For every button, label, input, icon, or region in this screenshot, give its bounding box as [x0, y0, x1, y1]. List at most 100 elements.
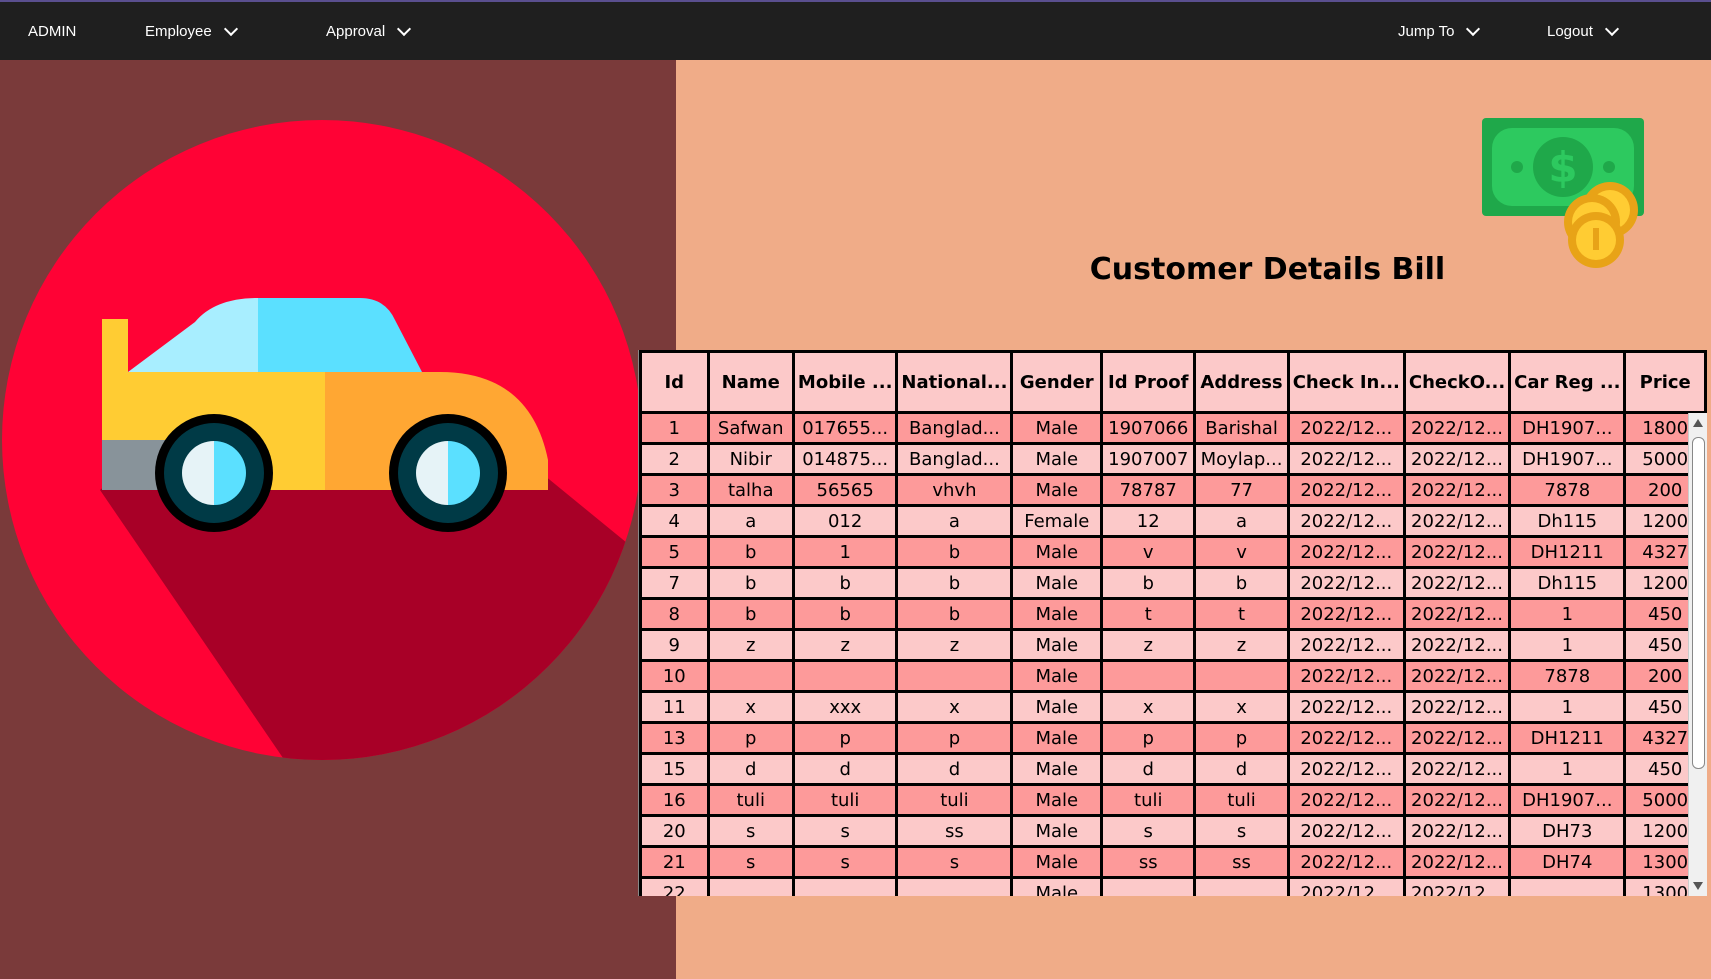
table-cell[interactable]: xxx — [791, 690, 899, 724]
column-header[interactable]: Id — [639, 350, 710, 414]
table-cell[interactable] — [895, 876, 1014, 896]
table-cell[interactable]: 017655... — [791, 411, 899, 445]
table-cell[interactable]: 20 — [639, 814, 710, 848]
table-cell[interactable]: v — [1100, 535, 1197, 569]
table-cell[interactable]: z — [1193, 628, 1290, 662]
table-cell[interactable]: 1 — [1508, 597, 1627, 631]
table-cell[interactable]: b — [706, 597, 795, 631]
table-cell[interactable]: t — [1193, 597, 1290, 631]
table-cell[interactable]: b — [895, 597, 1014, 631]
scroll-up-arrow-icon[interactable] — [1693, 419, 1703, 427]
column-header[interactable]: National... — [895, 350, 1014, 414]
table-cell[interactable] — [1193, 876, 1290, 896]
table-cell[interactable]: 5 — [639, 535, 710, 569]
table-cell[interactable]: p — [895, 721, 1014, 755]
table-cell[interactable]: 9 — [639, 628, 710, 662]
table-cell[interactable]: Male — [1010, 690, 1104, 724]
table-cell[interactable]: 10 — [639, 659, 710, 693]
table-cell[interactable]: Male — [1010, 411, 1104, 445]
nav-jump-to-dropdown[interactable]: Jump To — [1398, 2, 1481, 60]
table-cell[interactable]: 2022/12... — [1402, 411, 1512, 445]
table-cell[interactable]: tuli — [791, 783, 899, 817]
table-cell[interactable]: b — [791, 566, 899, 600]
table-cell[interactable]: 2022/12... — [1402, 876, 1512, 896]
table-cell[interactable]: 3 — [639, 473, 710, 507]
table-cell[interactable]: Male — [1010, 783, 1104, 817]
table-cell[interactable]: tuli — [1100, 783, 1197, 817]
table-row[interactable]: 20 s s ss Male s s 2022/12... 2022/12... DH73 1200 — [639, 814, 1707, 848]
table-cell[interactable]: 2022/12... — [1286, 566, 1406, 600]
table-cell[interactable]: vhvh — [895, 473, 1014, 507]
table-cell[interactable]: b — [706, 535, 795, 569]
table-cell[interactable]: 2022/12... — [1286, 411, 1406, 445]
table-cell[interactable]: 2022/12... — [1286, 659, 1406, 693]
table-cell[interactable]: b — [1193, 566, 1290, 600]
table-row[interactable]: 1 Safwan 017655... Banglad... Male 1907066 Bar… — [639, 411, 1707, 445]
table-cell[interactable]: Male — [1010, 628, 1104, 662]
table-cell[interactable]: s — [791, 845, 899, 879]
column-header[interactable]: Price — [1623, 350, 1707, 414]
table-cell[interactable]: z — [1100, 628, 1197, 662]
table-cell[interactable]: Dh115 — [1508, 566, 1627, 600]
table-cell[interactable]: 2022/12... — [1286, 628, 1406, 662]
table-cell[interactable]: Banglad... — [895, 442, 1014, 476]
table-cell[interactable]: z — [791, 628, 899, 662]
table-cell[interactable]: d — [895, 752, 1014, 786]
table-row[interactable]: 22 Male 2022/12... 2022/12... 1300 — [639, 876, 1707, 896]
table-cell[interactable]: Female — [1010, 504, 1104, 538]
scroll-down-arrow-icon[interactable] — [1693, 882, 1703, 890]
table-cell[interactable]: Male — [1010, 845, 1104, 879]
table-cell[interactable]: DH74 — [1508, 845, 1627, 879]
table-cell[interactable]: 2 — [639, 442, 710, 476]
table-row[interactable]: 7 b b b Male b b 2022/12... 2022/12... Dh115 1200 — [639, 566, 1707, 600]
table-cell[interactable]: p — [706, 721, 795, 755]
table-cell[interactable]: 2022/12... — [1286, 535, 1406, 569]
table-cell[interactable]: d — [1193, 752, 1290, 786]
table-cell[interactable]: 7 — [639, 566, 710, 600]
table-cell[interactable]: 77 — [1193, 473, 1290, 507]
table-cell[interactable]: 21 — [639, 845, 710, 879]
table-cell[interactable]: 7878 — [1508, 473, 1627, 507]
table-cell[interactable]: x — [895, 690, 1014, 724]
table-cell[interactable]: p — [1193, 721, 1290, 755]
customer-bill-table[interactable]: Id Name Mobile ... National... Gender Id Proo… — [638, 350, 1707, 896]
table-cell[interactable]: ss — [1100, 845, 1197, 879]
table-cell[interactable]: p — [1100, 721, 1197, 755]
table-cell[interactable]: 15 — [639, 752, 710, 786]
table-cell[interactable]: 2022/12... — [1402, 597, 1512, 631]
table-cell[interactable]: 7878 — [1508, 659, 1627, 693]
table-cell[interactable]: 2022/12... — [1402, 690, 1512, 724]
table-cell[interactable]: x — [1193, 690, 1290, 724]
table-row[interactable]: 10 Male 2022/12... 2022/12... 7878 200 — [639, 659, 1707, 693]
table-cell[interactable]: Male — [1010, 535, 1104, 569]
table-cell[interactable]: 4 — [639, 504, 710, 538]
column-header[interactable]: Check In... — [1286, 350, 1406, 414]
table-cell[interactable]: 2022/12... — [1286, 442, 1406, 476]
table-row[interactable]: 2 Nibir 014875... Banglad... Male 1907007 Moyl… — [639, 442, 1707, 476]
table-cell[interactable]: 8 — [639, 597, 710, 631]
table-cell[interactable]: 22 — [639, 876, 710, 896]
table-cell[interactable]: 78787 — [1100, 473, 1197, 507]
table-cell[interactable]: b — [791, 597, 899, 631]
table-cell[interactable]: Safwan — [706, 411, 795, 445]
table-cell[interactable]: 2022/12... — [1402, 845, 1512, 879]
table-row[interactable]: 13 p p p Male p p 2022/12... 2022/12... DH1211 432… — [639, 721, 1707, 755]
table-row[interactable]: 11 x xxx x Male x x 2022/12... 2022/12... 1 450 — [639, 690, 1707, 724]
table-cell[interactable]: x — [706, 690, 795, 724]
table-cell[interactable] — [706, 659, 795, 693]
table-cell[interactable] — [1100, 659, 1197, 693]
table-cell[interactable]: Male — [1010, 442, 1104, 476]
table-cell[interactable]: z — [895, 628, 1014, 662]
table-row[interactable]: 9 z z z Male z z 2022/12... 2022/12... 1 450 — [639, 628, 1707, 662]
table-cell[interactable]: x — [1100, 690, 1197, 724]
table-cell[interactable]: Male — [1010, 876, 1104, 896]
table-cell[interactable] — [1193, 659, 1290, 693]
table-cell[interactable]: talha — [706, 473, 795, 507]
table-cell[interactable]: t — [1100, 597, 1197, 631]
table-cell[interactable]: s — [1100, 814, 1197, 848]
table-cell[interactable] — [1100, 876, 1197, 896]
column-header[interactable]: CheckO... — [1402, 350, 1512, 414]
table-cell[interactable]: Male — [1010, 721, 1104, 755]
table-cell[interactable]: 2022/12... — [1402, 628, 1512, 662]
table-cell[interactable]: Dh115 — [1508, 504, 1627, 538]
